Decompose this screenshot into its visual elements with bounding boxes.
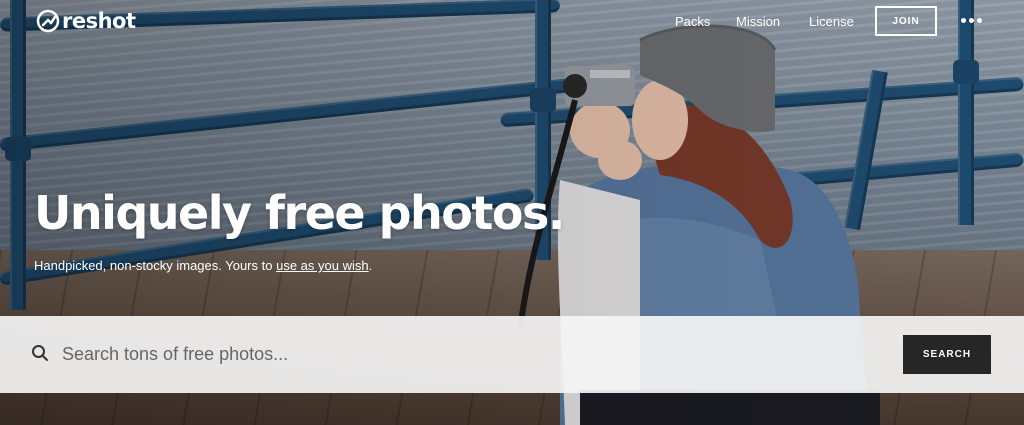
more-dots-icon[interactable] xyxy=(961,18,982,23)
nav-link-packs[interactable]: Packs xyxy=(675,14,710,29)
subline-text: Handpicked, non-stocky images. Yours to xyxy=(34,258,277,273)
search-icon xyxy=(32,345,48,361)
search-input[interactable] xyxy=(62,338,882,370)
top-nav: reshot Packs Mission License JOIN xyxy=(0,0,1024,44)
reshot-logo-icon xyxy=(36,9,60,33)
hero-subline: Handpicked, non-stocky images. Yours to … xyxy=(34,258,372,273)
nav-link-mission[interactable]: Mission xyxy=(736,14,780,29)
search-bar: SEARCH xyxy=(0,316,1024,393)
hero-headline: Uniquely free photos. xyxy=(34,186,565,240)
nav-link-license[interactable]: License xyxy=(809,14,854,29)
subline-suffix: . xyxy=(368,258,373,273)
reshot-logo[interactable]: reshot xyxy=(36,9,136,33)
brand-name: reshot xyxy=(62,9,136,33)
search-button[interactable]: SEARCH xyxy=(903,335,991,374)
join-button[interactable]: JOIN xyxy=(875,6,937,36)
hero-section: reshot Packs Mission License JOIN Unique… xyxy=(0,0,1024,425)
use-as-you-wish-link[interactable]: use as you wish xyxy=(276,258,369,273)
